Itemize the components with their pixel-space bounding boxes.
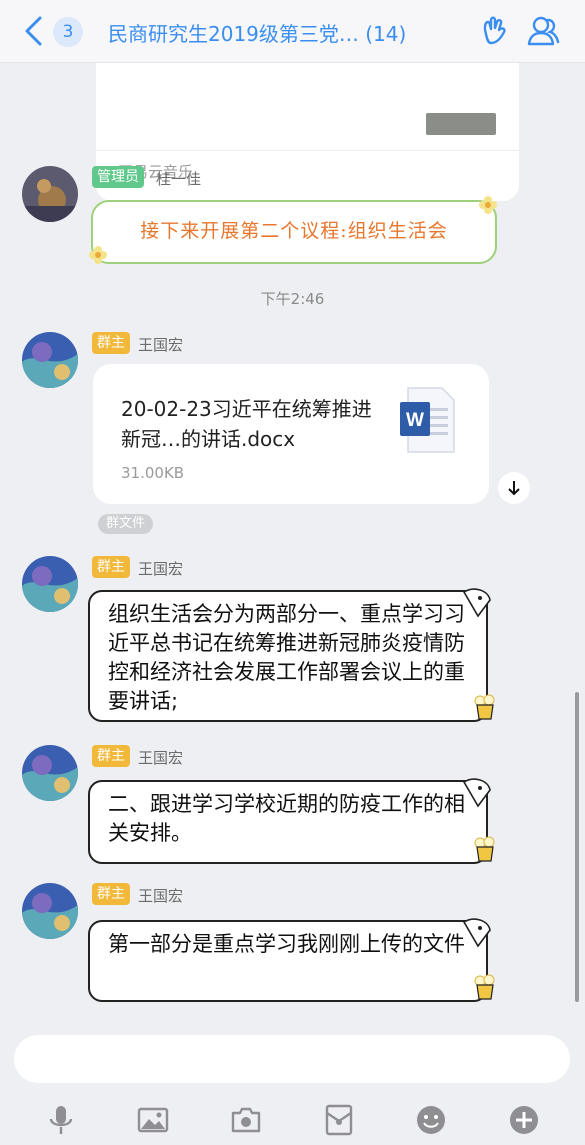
chat-message-list[interactable]: 网易云音乐 管理员 桂一佳 接下来开展第二个议程:组织生活会 下午2:46 群主…: [0, 63, 585, 1028]
back-chevron-icon[interactable]: [18, 14, 48, 48]
file-size: 31.00KB: [121, 464, 185, 482]
role-badge-owner: 群主: [92, 332, 130, 354]
role-badge-admin: 管理员: [92, 166, 144, 188]
chat-title: 民商研究生2019级第三党… (14): [108, 22, 407, 46]
group-file-tag[interactable]: 群文件: [98, 514, 154, 534]
popcorn-decoration-icon: [474, 836, 495, 862]
message-bubble[interactable]: 二、跟进学习学校近期的防疫工作的相关安排。: [88, 778, 495, 864]
input-toolbar: [0, 1095, 585, 1145]
camera-icon[interactable]: [229, 1103, 263, 1137]
image-icon[interactable]: [136, 1103, 170, 1137]
file-message-card[interactable]: 20-02-23习近平在统筹推进新冠…的讲话.docx 31.00KB W: [93, 364, 489, 504]
flower-decoration-icon: [479, 196, 497, 214]
flower-decoration-icon: [89, 246, 107, 264]
popcorn-decoration-icon: [474, 694, 495, 720]
message-bubble[interactable]: 第一部分是重点学习我刚刚上传的文件: [88, 918, 495, 1002]
message-text: 组织生活会分为两部分一、重点学习习近平总书记在统筹推进新冠肺炎疫情防控和经济社会…: [108, 602, 465, 713]
emoji-icon[interactable]: [414, 1103, 448, 1137]
message-text: 接下来开展第二个议程:组织生活会: [140, 220, 448, 242]
avatar[interactable]: [22, 745, 78, 801]
download-arrow-icon: [508, 481, 520, 496]
avatar[interactable]: [22, 166, 78, 222]
role-badge-owner: 群主: [92, 556, 130, 578]
chat-header: 3 民商研究生2019级第三党… (14): [0, 0, 585, 63]
ice-cream-cone-decoration-icon: [462, 918, 491, 948]
unread-count-badge[interactable]: 3: [53, 17, 83, 47]
avatar[interactable]: [22, 883, 78, 939]
message-input[interactable]: [14, 1035, 570, 1083]
plus-icon[interactable]: [507, 1103, 541, 1137]
group-members-icon[interactable]: [526, 14, 560, 48]
microphone-icon[interactable]: [44, 1103, 78, 1137]
music-thumbnail: [426, 113, 496, 135]
sender-name[interactable]: 王国宏: [138, 747, 183, 768]
role-badge-owner: 群主: [92, 883, 130, 905]
avatar[interactable]: [22, 556, 78, 612]
hand-gesture-icon[interactable]: [477, 14, 511, 48]
word-document-icon: W: [400, 387, 455, 453]
sender-name[interactable]: 桂一佳: [156, 168, 201, 189]
sender-name[interactable]: 王国宏: [138, 334, 183, 355]
role-badge-owner: 群主: [92, 745, 130, 767]
avatar[interactable]: [22, 332, 78, 388]
message-text: 二、跟进学习学校近期的防疫工作的相关安排。: [108, 792, 465, 845]
message-bubble[interactable]: 接下来开展第二个议程:组织生活会: [89, 196, 497, 264]
scrollbar[interactable]: [575, 692, 579, 1002]
popcorn-decoration-icon: [474, 974, 495, 1000]
message-text: 第一部分是重点学习我刚刚上传的文件: [108, 932, 465, 956]
download-button[interactable]: [498, 472, 530, 504]
ice-cream-cone-decoration-icon: [462, 588, 491, 618]
sender-name[interactable]: 王国宏: [138, 885, 183, 906]
sender-name[interactable]: 王国宏: [138, 558, 183, 579]
svg-text:W: W: [406, 410, 424, 431]
ice-cream-cone-decoration-icon: [462, 778, 491, 808]
message-bubble[interactable]: 组织生活会分为两部分一、重点学习习近平总书记在统筹推进新冠肺炎疫情防控和经济社会…: [88, 588, 495, 722]
message-timestamp: 下午2:46: [260, 290, 325, 308]
divider: [96, 150, 519, 151]
file-name: 20-02-23习近平在统筹推进新冠…的讲话.docx: [121, 397, 372, 451]
red-packet-icon[interactable]: [322, 1103, 356, 1137]
